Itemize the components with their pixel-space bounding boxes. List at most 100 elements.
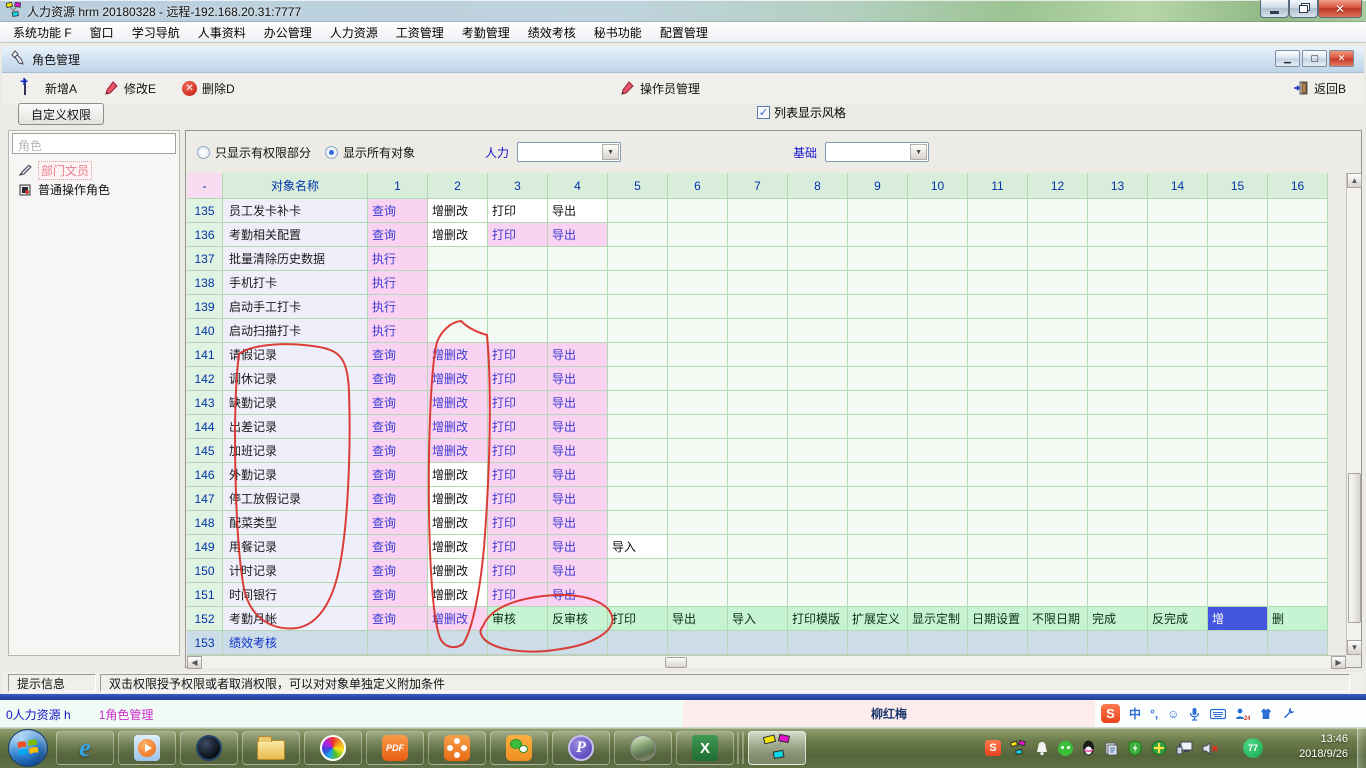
taskbar-wmp-button[interactable]	[118, 731, 176, 765]
ime-shirt-icon[interactable]	[1259, 707, 1273, 720]
permission-cell-empty[interactable]	[848, 343, 908, 367]
permission-cell[interactable]: 导出	[548, 391, 608, 415]
permission-cell-empty[interactable]	[1148, 295, 1208, 319]
permission-cell[interactable]: 执行	[368, 247, 428, 271]
taskbar-excel-button[interactable]: X	[676, 731, 734, 765]
permission-cell-empty[interactable]	[848, 223, 908, 247]
permission-cell-empty[interactable]	[1028, 415, 1088, 439]
permission-cell[interactable]: 打印	[488, 559, 548, 583]
permission-cell-empty[interactable]	[1028, 223, 1088, 247]
permission-cell-empty[interactable]	[1028, 199, 1088, 223]
permission-cell-empty[interactable]	[668, 559, 728, 583]
permission-cell[interactable]: 删	[1268, 607, 1328, 631]
role-filter-input[interactable]: 角色	[12, 133, 176, 154]
permission-cell[interactable]: 查询	[368, 199, 428, 223]
permission-cell-empty[interactable]	[1148, 367, 1208, 391]
permission-cell-empty[interactable]	[908, 559, 968, 583]
list-style-checkbox[interactable]: ✓ 列表显示风格	[757, 104, 846, 121]
permission-cell[interactable]: 查询	[368, 391, 428, 415]
permission-cell-empty[interactable]	[1028, 559, 1088, 583]
permission-cell-empty[interactable]	[728, 247, 788, 271]
permission-cell-empty[interactable]	[548, 271, 608, 295]
tree-item-normal-role[interactable]: 普通操作角色	[19, 181, 110, 198]
permission-cell[interactable]: 查询	[368, 487, 428, 511]
permission-cell-empty[interactable]	[1028, 343, 1088, 367]
hr-filter-dropdown[interactable]: ▼	[517, 142, 621, 162]
permission-cell-empty[interactable]	[1088, 631, 1148, 655]
ime-lang-toggle[interactable]: 中	[1129, 705, 1141, 722]
permission-cell-empty[interactable]	[968, 367, 1028, 391]
permission-cell[interactable]: 打印	[488, 583, 548, 607]
permission-cell[interactable]: 打印	[488, 343, 548, 367]
permission-cell-empty[interactable]	[908, 367, 968, 391]
permission-cell-empty[interactable]	[908, 391, 968, 415]
permission-cell-empty[interactable]	[1268, 319, 1328, 343]
permission-cell-empty[interactable]	[788, 535, 848, 559]
permission-cell-empty[interactable]	[728, 271, 788, 295]
permission-cell-empty[interactable]	[788, 199, 848, 223]
permission-cell[interactable]: 导出	[548, 511, 608, 535]
permission-cell[interactable]: 查询	[368, 223, 428, 247]
permission-cell-empty[interactable]	[968, 439, 1028, 463]
permission-cell-empty[interactable]	[608, 367, 668, 391]
permission-cell[interactable]: 导出	[548, 535, 608, 559]
permission-cell-empty[interactable]	[608, 463, 668, 487]
permission-cell[interactable]: 查询	[368, 607, 428, 631]
permission-cell-empty[interactable]	[1088, 391, 1148, 415]
permission-cell-empty[interactable]	[848, 535, 908, 559]
permission-cell[interactable]: 导出	[548, 439, 608, 463]
permission-cell-empty[interactable]	[788, 247, 848, 271]
back-button[interactable]: 返回B	[1289, 78, 1350, 99]
permission-cell-empty[interactable]	[788, 583, 848, 607]
permission-cell-empty[interactable]	[788, 463, 848, 487]
permission-cell-empty[interactable]	[728, 223, 788, 247]
permission-cell-empty[interactable]	[608, 199, 668, 223]
permission-cell-empty[interactable]	[1028, 319, 1088, 343]
permission-cell-empty[interactable]	[848, 199, 908, 223]
permission-cell-empty[interactable]	[908, 343, 968, 367]
permission-cell-empty[interactable]	[908, 535, 968, 559]
permission-cell-empty[interactable]	[1028, 535, 1088, 559]
horizontal-scrollbar[interactable]: ◀ ▶	[187, 655, 1346, 668]
permission-cell[interactable]: 增删改	[428, 559, 488, 583]
permission-cell-empty[interactable]	[1088, 583, 1148, 607]
permission-cell-empty[interactable]	[608, 559, 668, 583]
permission-cell[interactable]: 增删改	[428, 463, 488, 487]
permission-cell-empty[interactable]	[1088, 271, 1148, 295]
permission-cell-empty[interactable]	[548, 295, 608, 319]
permission-cell-empty[interactable]	[968, 271, 1028, 295]
permission-cell-empty[interactable]	[368, 631, 428, 655]
scroll-left-icon[interactable]: ◀	[187, 656, 202, 669]
permission-cell-empty[interactable]	[1088, 535, 1148, 559]
permission-cell-empty[interactable]	[608, 487, 668, 511]
tree-item-dept-clerk[interactable]: 部门文员	[19, 161, 92, 180]
taskbar-pplive-button[interactable]: P	[552, 731, 610, 765]
permission-cell-empty[interactable]	[1028, 463, 1088, 487]
permission-cell-empty[interactable]	[728, 295, 788, 319]
permission-cell-empty[interactable]	[1208, 391, 1268, 415]
permission-cell-empty[interactable]	[1148, 223, 1208, 247]
permission-cell-empty[interactable]	[1268, 415, 1328, 439]
permission-cell-empty[interactable]	[848, 271, 908, 295]
permission-cell-empty[interactable]	[908, 199, 968, 223]
menu-item-4[interactable]: 办公管理	[255, 22, 321, 43]
permission-cell-empty[interactable]	[968, 511, 1028, 535]
sogou-logo-icon[interactable]: S	[1101, 704, 1120, 723]
delete-button[interactable]: ✕ 删除D	[178, 78, 239, 99]
permission-cell-empty[interactable]	[968, 247, 1028, 271]
permission-cell-empty[interactable]	[668, 247, 728, 271]
permission-cell-empty[interactable]	[668, 199, 728, 223]
permission-cell-empty[interactable]	[1028, 367, 1088, 391]
permission-cell-empty[interactable]	[908, 463, 968, 487]
permission-cell[interactable]: 增删改	[428, 223, 488, 247]
permission-cell-empty[interactable]	[848, 319, 908, 343]
restore-button[interactable]	[1289, 0, 1318, 18]
radio-show-all[interactable]: 显示所有对象	[325, 144, 415, 161]
ime-user24-icon[interactable]: 24	[1235, 707, 1250, 721]
permission-cell-empty[interactable]	[608, 439, 668, 463]
permission-cell-empty[interactable]	[608, 247, 668, 271]
permission-cell[interactable]: 打印	[488, 439, 548, 463]
permission-cell-empty[interactable]	[1148, 247, 1208, 271]
permission-cell-empty[interactable]	[788, 559, 848, 583]
permission-cell-empty[interactable]	[668, 367, 728, 391]
